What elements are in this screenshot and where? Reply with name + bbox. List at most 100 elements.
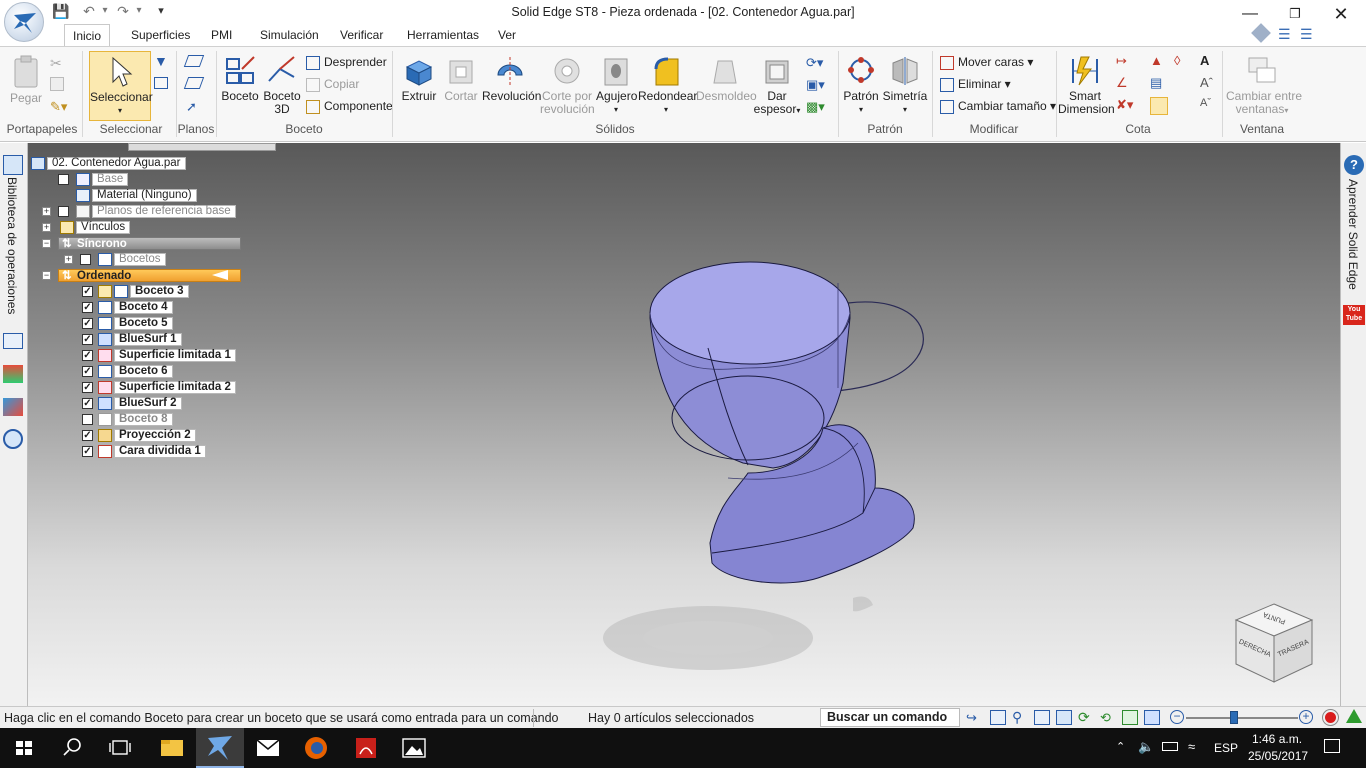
feature-checkbox[interactable]: ✓ <box>82 318 93 329</box>
angled-plane-icon[interactable]: ➚ <box>186 99 197 115</box>
expand-icon[interactable]: + <box>42 207 51 216</box>
tree-item-ref-planes[interactable]: + Planos de referencia base <box>42 205 236 219</box>
upload-icon[interactable] <box>1346 709 1362 723</box>
tree-item-ordered[interactable]: − ⇅ Ordenado <box>42 269 242 283</box>
volume-icon[interactable]: 🔈 <box>1138 739 1154 755</box>
battery-icon[interactable] <box>1162 742 1178 751</box>
tab-simulacion[interactable]: Simulación <box>252 24 327 46</box>
feature-checkbox[interactable]: ✓ <box>82 302 93 313</box>
color-manager-icon[interactable] <box>3 365 23 383</box>
delete-button[interactable]: Eliminar ▾ <box>940 76 1011 92</box>
add-body-icon[interactable]: ⟳▾ <box>806 55 823 71</box>
view-orientation-icon[interactable] <box>1122 710 1138 725</box>
select-filter-icon[interactable]: ▼ <box>154 53 168 69</box>
spin-about-icon[interactable]: ⟲ <box>1100 710 1111 726</box>
tree-item-synchronous[interactable]: − ⇅ Síncrono <box>42 237 242 251</box>
dimension-table-icon[interactable] <box>1150 97 1168 115</box>
feature-row[interactable]: ✓ Boceto 3 <box>82 285 189 299</box>
tree-item-ref-planes-checkbox[interactable] <box>58 206 69 217</box>
rollback-arrow-icon[interactable] <box>212 270 228 280</box>
layers-icon[interactable] <box>3 333 23 349</box>
round-button[interactable]: Redondear ▾ <box>638 55 697 116</box>
zoom-area-icon[interactable] <box>990 710 1006 725</box>
feature-row[interactable]: ✓ Proyección 2 <box>82 429 196 443</box>
feature-checkbox[interactable]: ✓ <box>82 446 93 457</box>
feature-row[interactable]: ✓ BlueSurf 2 <box>82 397 182 411</box>
feature-checkbox[interactable]: ✓ <box>82 286 93 297</box>
zoom-in-icon[interactable]: + <box>1299 710 1313 724</box>
tab-superficies[interactable]: Superficies <box>123 24 198 46</box>
detach-button[interactable]: Desprender <box>306 54 387 70</box>
coordinate-dim-icon[interactable]: ▲ <box>1150 53 1163 68</box>
feature-checkbox[interactable] <box>82 414 93 425</box>
analysis-icon[interactable] <box>3 398 23 416</box>
paste-button[interactable]: Pegar <box>6 55 46 105</box>
tray-chevron-icon[interactable]: ⌃ <box>1116 740 1125 753</box>
restore-button[interactable]: ❐ <box>1272 0 1318 28</box>
feature-row[interactable]: ✓ BlueSurf 1 <box>82 333 182 347</box>
cut-extrude-button[interactable]: Cortar <box>442 55 480 103</box>
collapse-icon[interactable]: − <box>42 239 51 248</box>
fit-icon[interactable] <box>1034 710 1050 725</box>
tab-inicio[interactable]: Inicio <box>64 24 111 46</box>
feature-checkbox[interactable]: ✓ <box>82 334 93 345</box>
pattern-button[interactable]: Patrón ▾ <box>842 55 880 116</box>
close-button[interactable]: ✕ <box>1318 0 1364 28</box>
component-button[interactable]: Componente <box>306 98 393 114</box>
revolve-button[interactable]: Revolución <box>482 55 541 103</box>
feature-row[interactable]: ✓ Cara dividida 1 <box>82 445 206 459</box>
lock-dimension-icon[interactable]: ◊ <box>1174 53 1180 68</box>
angle-between-icon[interactable]: ∠ <box>1116 75 1128 91</box>
feature-row[interactable]: ✓ Superficie limitada 2 <box>82 381 236 395</box>
dim-style-icon[interactable]: ▤ <box>1150 75 1162 91</box>
feature-checkbox[interactable]: ✓ <box>82 350 93 361</box>
tree-root[interactable]: 02. Contenedor Agua.par <box>31 157 186 171</box>
text-style-icon[interactable]: A <box>1200 53 1209 68</box>
file-explorer-button[interactable] <box>148 728 196 768</box>
tree-item-sketches[interactable]: + Bocetos <box>64 253 166 267</box>
feature-row[interactable]: ✓ Boceto 6 <box>82 365 173 379</box>
feature-row[interactable]: ✓ Superficie limitada 1 <box>82 349 236 363</box>
decrease-font-icon[interactable]: Aˇ <box>1200 97 1211 109</box>
rib-icon[interactable]: ▩▾ <box>806 99 825 115</box>
collapse-icon[interactable]: − <box>42 271 51 280</box>
format-painter-icon[interactable]: ✎▾ <box>50 99 67 115</box>
photos-button[interactable] <box>390 728 438 768</box>
language-indicator[interactable]: ESP <box>1214 741 1238 755</box>
record-icon[interactable] <box>1323 710 1338 725</box>
app-menu-button[interactable] <box>4 2 44 42</box>
tab-herramientas[interactable]: Herramientas <box>399 24 487 46</box>
parallel-plane-icon[interactable] <box>183 77 205 89</box>
model-view[interactable] <box>28 143 1340 706</box>
search-button[interactable] <box>48 728 96 768</box>
tree-item-links[interactable]: + Vínculos <box>42 221 131 235</box>
resize-button[interactable]: Cambiar tamaño ▾ <box>940 98 1056 114</box>
graphics-viewport[interactable]: 02. Contenedor Agua.par Base Material (N… <box>28 143 1340 706</box>
tab-pmi[interactable]: PMI <box>203 24 240 46</box>
library-icon[interactable] <box>3 155 23 175</box>
wifi-icon[interactable]: ≈ <box>1188 739 1195 754</box>
tree-item-base-checkbox[interactable] <box>58 174 69 185</box>
extrude-button[interactable]: Extruir <box>398 55 440 103</box>
firefox-button[interactable] <box>292 728 340 768</box>
thicken-icon[interactable]: ▣▾ <box>806 77 825 93</box>
move-faces-button[interactable]: Mover caras ▾ <box>940 54 1033 70</box>
thin-wall-button[interactable]: Dar espesor▾ <box>752 55 802 117</box>
start-button[interactable] <box>0 728 48 768</box>
distance-between-icon[interactable]: ↦ <box>1116 53 1127 69</box>
zoom-slider-thumb[interactable] <box>1230 711 1238 724</box>
expand-icon[interactable]: + <box>42 223 51 232</box>
select-button[interactable]: Seleccionar ▾ <box>89 51 153 121</box>
tree-item-material[interactable]: Material (Ninguno) <box>58 189 197 203</box>
notifications-icon[interactable] <box>1324 739 1340 753</box>
zoom-icon[interactable]: ⚲ <box>1012 709 1022 726</box>
hole-button[interactable]: Agujero ▾ <box>596 55 637 116</box>
feature-row[interactable]: Boceto 8 <box>82 413 173 427</box>
feature-checkbox[interactable]: ✓ <box>82 366 93 377</box>
draft-button[interactable]: Desmoldeo <box>696 55 757 103</box>
arrange-windows-icon[interactable]: ☰ <box>1300 26 1313 43</box>
minimize-button[interactable]: — <box>1227 0 1273 28</box>
copy-sketch-button[interactable]: Copiar <box>306 76 359 92</box>
zoom-slider-track[interactable] <box>1186 717 1298 719</box>
feature-checkbox[interactable]: ✓ <box>82 398 93 409</box>
